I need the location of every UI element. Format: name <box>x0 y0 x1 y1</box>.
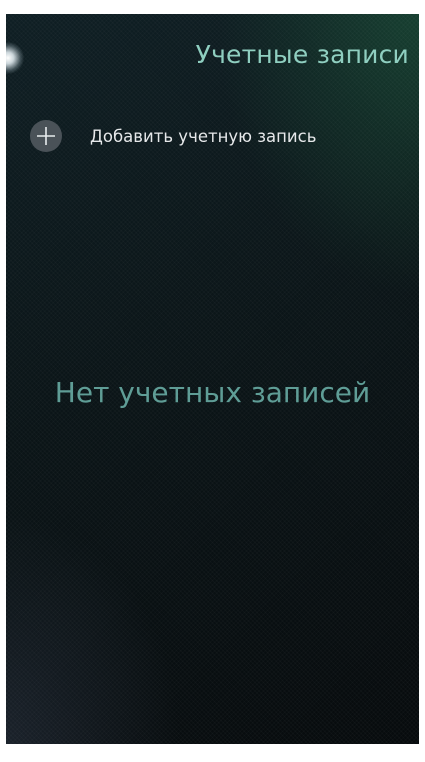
add-account-button[interactable]: Добавить учетную запись <box>30 118 316 154</box>
plus-icon <box>30 120 62 152</box>
empty-state-text: Нет учетных записей <box>54 376 371 409</box>
accounts-screen: Учетные записи Добавить учетную запись Н… <box>6 14 419 744</box>
add-account-label: Добавить учетную запись <box>90 126 317 146</box>
pulley-menu-indicator[interactable] <box>6 42 24 74</box>
page-title: Учетные записи <box>195 40 409 69</box>
